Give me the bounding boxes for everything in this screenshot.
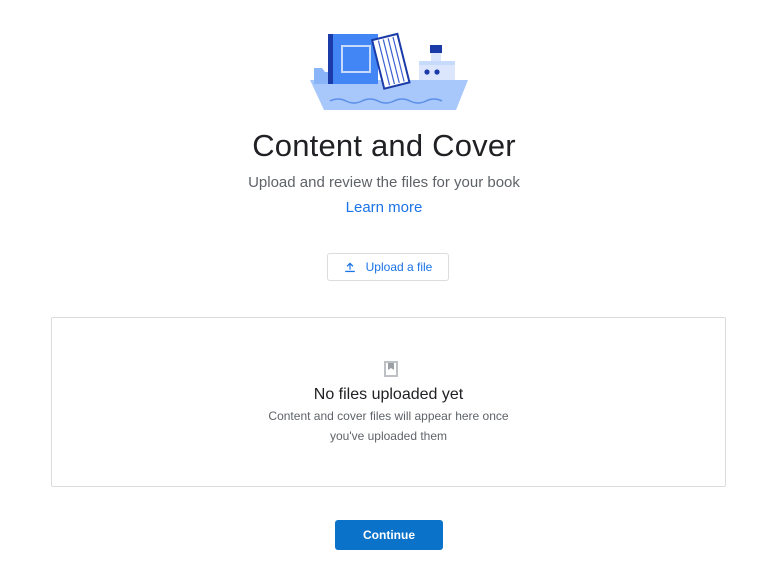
continue-button[interactable]: Continue	[335, 520, 443, 550]
empty-state-description-line: you've uploaded them	[329, 429, 448, 443]
books-on-boat-illustration	[310, 32, 468, 110]
empty-state-description-line: Content and cover files will appear here…	[268, 409, 509, 423]
uploaded-files-panel: No files uploaded yet Content and cover …	[51, 317, 726, 487]
learn-more-link[interactable]: Learn more	[346, 199, 423, 216]
upload-file-label: Upload a file	[365, 260, 433, 274]
page-title: Content and Cover	[252, 128, 516, 163]
learn-more-container: Learn more	[0, 199, 768, 216]
upload-file-button[interactable]: Upload a file	[327, 253, 449, 281]
empty-state-description: Content and cover files will appear here…	[52, 406, 725, 446]
upload-icon	[344, 262, 355, 273]
bookmark-icon	[384, 361, 398, 377]
content-and-cover-page: Content and Cover Upload and review the …	[0, 0, 768, 576]
page-subtitle: Upload and review the files for your boo…	[248, 174, 520, 191]
empty-state-title: No files uploaded yet	[313, 386, 464, 403]
